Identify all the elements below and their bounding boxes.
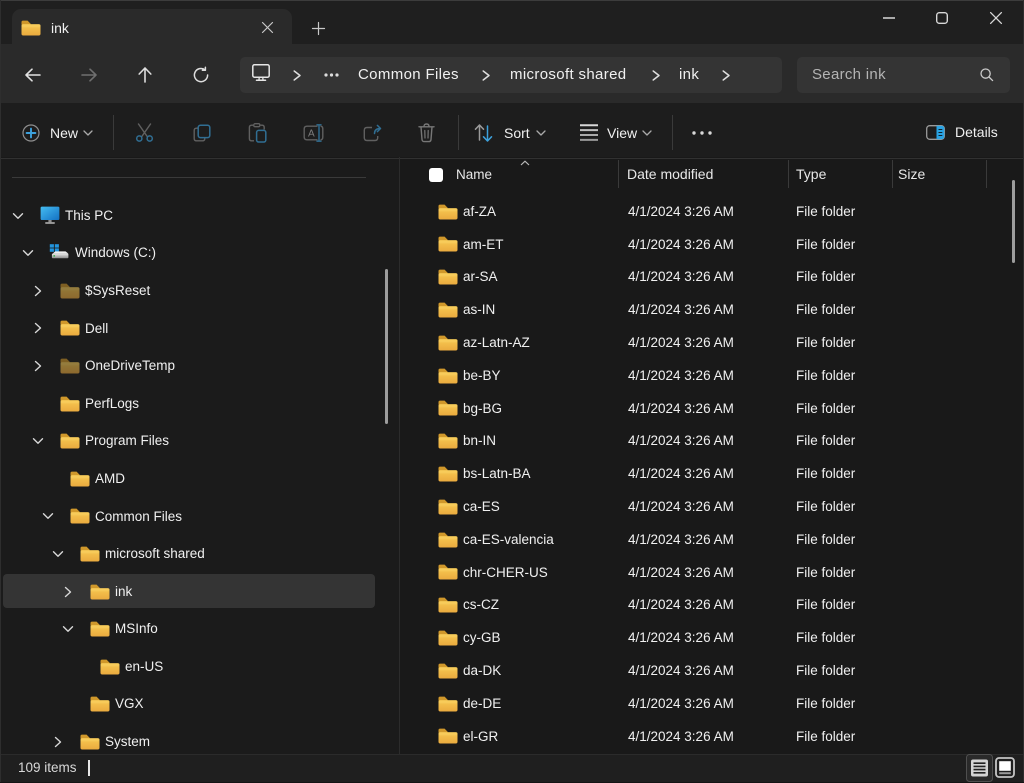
- svg-text:A: A: [308, 129, 315, 140]
